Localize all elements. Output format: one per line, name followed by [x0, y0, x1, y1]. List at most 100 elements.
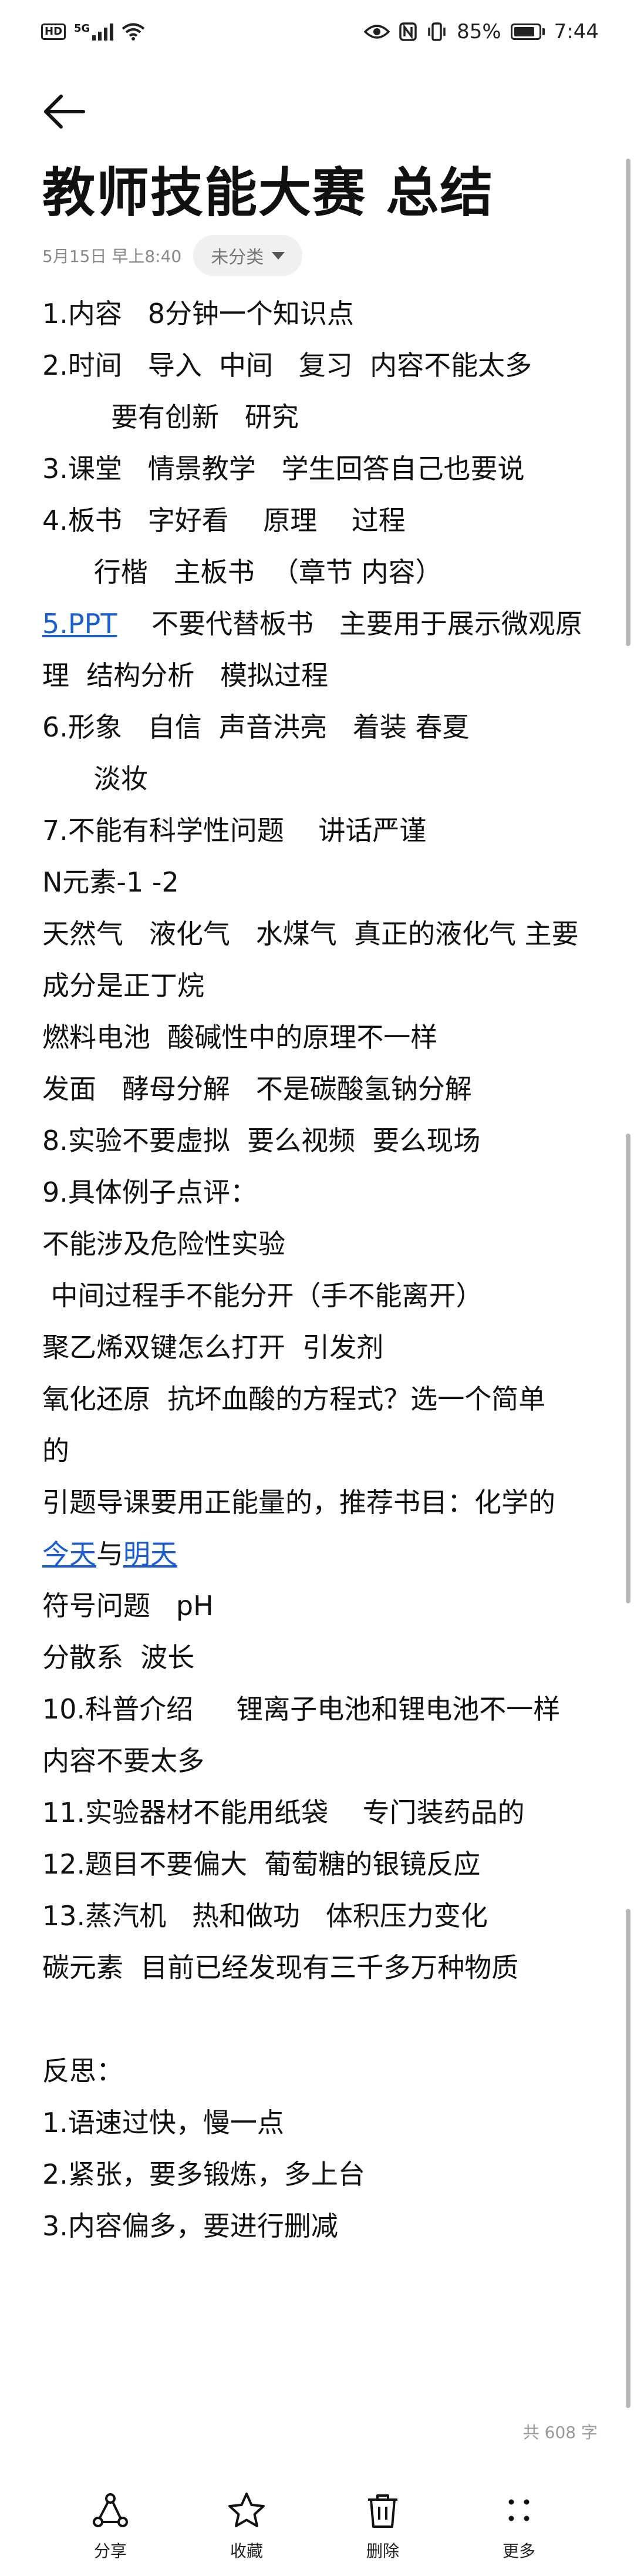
note-line: 行楷 主板书 （章节 内容） — [42, 546, 600, 598]
note-text: 分散系 波长 — [42, 1642, 195, 1673]
note-line: 的 — [42, 1425, 600, 1477]
note-line: 淡妆 — [42, 753, 600, 805]
note-line: 不能涉及危险性实验 — [42, 1218, 600, 1270]
note-link[interactable]: 今天 — [42, 1538, 96, 1570]
note-line: 符号问题 pH — [42, 1580, 600, 1632]
chevron-down-icon — [272, 251, 285, 260]
more-button[interactable]: 更多 — [466, 2490, 572, 2562]
note-line: 13.蒸汽机 热和做功 体积压力变化 — [42, 1890, 600, 1942]
share-button[interactable]: 分享 — [58, 2490, 163, 2562]
note-text: 内容不要太多 — [42, 1745, 204, 1777]
share-label: 分享 — [93, 2541, 127, 2561]
delete-label: 删除 — [366, 2541, 399, 2561]
scrollbar-thumb[interactable] — [626, 1909, 630, 2408]
status-bar: HD 5G 85% 7:44 — [0, 0, 634, 65]
note-text: 不能涉及危险性实验 — [42, 1228, 285, 1260]
vibrate-icon — [428, 22, 446, 41]
note-link[interactable]: 5.PPT — [42, 608, 117, 640]
signal-icon — [92, 23, 114, 41]
note-text: 的 — [42, 1435, 69, 1467]
note-line: 碳元素 目前已经发现有三千多万种物质 — [42, 1942, 600, 1993]
note-line: 聚乙烯双键怎么打开 引发剂 — [42, 1321, 600, 1373]
note-line: 发面 酵母分解 不是碳酸氢钠分解 — [42, 1063, 600, 1115]
category-label: 未分类 — [211, 247, 264, 268]
note-line: 2.紧张，要多锻炼，多上台 — [42, 2148, 600, 2200]
note-line: 3.内容偏多，要进行删减 — [42, 2200, 600, 2252]
note-text: 4.板书 字好看 原理 过程 — [42, 505, 406, 536]
note-text: 符号问题 pH — [42, 1590, 214, 1622]
note-text: 燃料电池 酸碱性中的原理不一样 — [42, 1021, 438, 1053]
note-line: 反思： — [42, 2045, 600, 2097]
note-link[interactable]: 明天 — [123, 1538, 177, 1570]
note-text: 中间过程手不能分开（手不能离开） — [42, 1280, 483, 1311]
category-dropdown[interactable]: 未分类 — [193, 235, 303, 276]
status-left: HD 5G — [41, 22, 145, 41]
note-text: N元素-1 -2 — [42, 866, 179, 898]
note-line: 8.实验不要虚拟 要么视频 要么现场 — [42, 1115, 600, 1166]
note-line: 2.时间 导入 中间 复习 内容不能太多 — [42, 339, 600, 391]
note-line: 中间过程手不能分开（手不能离开） — [42, 1270, 600, 1321]
note-text: 反思： — [42, 2055, 123, 2087]
note-text: 淡妆 — [42, 763, 148, 795]
favorite-label: 收藏 — [230, 2541, 263, 2561]
note-line: 1.内容 8分钟一个知识点 — [42, 288, 600, 339]
note-line: 分散系 波长 — [42, 1632, 600, 1683]
note-text: 6.形象 自信 声音洪亮 着装 春夏 — [42, 711, 470, 743]
wifi-icon — [122, 23, 145, 41]
note-text: 成分是正丁烷 — [42, 970, 204, 1001]
more-label: 更多 — [502, 2541, 535, 2561]
note-text: 11.实验器材不能用纸袋 专门装药品的 — [42, 1797, 525, 1828]
note-line: N元素-1 -2 — [42, 856, 600, 908]
battery-fill — [514, 27, 534, 36]
note-text: 3.课堂 情景教学 学生回答自己也要说 — [42, 453, 525, 485]
note-text: 1.语速过快，慢一点 — [42, 2107, 284, 2138]
note-line: 今天与明天 — [42, 1528, 600, 1580]
note-line: 氧化还原 抗坏血酸的方程式？选一个简单 — [42, 1373, 600, 1425]
battery-percent: 85% — [457, 20, 501, 43]
word-count: 共 608 字 — [522, 2423, 598, 2442]
note-text: 理 结构分析 模拟过程 — [42, 660, 329, 691]
share-icon — [93, 2493, 128, 2527]
note-text: 要有创新 研究 — [42, 401, 299, 433]
note-line: 燃料电池 酸碱性中的原理不一样 — [42, 1011, 600, 1063]
note-text: 氧化还原 抗坏血酸的方程式？选一个简单 — [42, 1383, 546, 1415]
note-text: 行楷 主板书 （章节 内容） — [42, 556, 443, 588]
note-text: 聚乙烯双键怎么打开 引发剂 — [42, 1331, 384, 1363]
note-line: 内容不要太多 — [42, 1735, 600, 1787]
note-line: 9.具体例子点评： — [42, 1166, 600, 1218]
more-icon — [508, 2499, 530, 2521]
back-arrow-icon[interactable] — [41, 88, 88, 135]
note-meta: 5月15日 早上8:40 未分类 — [42, 235, 303, 276]
note-line: 要有创新 研究 — [42, 391, 600, 443]
note-title[interactable]: 教师技能大赛 总结 — [42, 150, 494, 226]
note-line: 3.课堂 情景教学 学生回答自己也要说 — [42, 443, 600, 495]
note-text: 7.不能有科学性问题 讲话严谨 — [42, 815, 427, 846]
status-right: 85% 7:44 — [364, 20, 599, 43]
note-line: 成分是正丁烷 — [42, 960, 600, 1011]
network-type: 5G — [74, 22, 90, 35]
clock: 7:44 — [554, 20, 599, 43]
note-text: 1.内容 8分钟一个知识点 — [42, 298, 355, 329]
note-line: 6.形象 自信 声音洪亮 着装 春夏 — [42, 701, 600, 753]
note-line: 理 结构分析 模拟过程 — [42, 650, 600, 701]
hd-badge: HD — [41, 23, 66, 40]
note-text: 13.蒸汽机 热和做功 体积压力变化 — [42, 1900, 488, 1932]
scrollbar-thumb[interactable] — [626, 159, 630, 646]
note-text: 9.具体例子点评： — [42, 1176, 257, 1208]
star-icon — [228, 2493, 265, 2527]
note-line: 5.PPT 不要代替板书 主要用于展示微观原 — [42, 598, 600, 650]
note-text: 引题导课要用正能量的，推荐书目：化学的 — [42, 1487, 555, 1518]
note-line: 11.实验器材不能用纸袋 专门装药品的 — [42, 1787, 600, 1838]
note-text: 8.实验不要虚拟 要么视频 要么现场 — [42, 1125, 481, 1156]
note-text: 2.紧张，要多锻炼，多上台 — [42, 2158, 365, 2190]
delete-button[interactable]: 删除 — [330, 2490, 436, 2562]
note-line: 4.板书 字好看 原理 过程 — [42, 495, 600, 546]
note-text: 天然气 液化气 水煤气 真正的液化气 主要 — [42, 918, 579, 950]
scrollbar-thumb[interactable] — [626, 1134, 630, 1603]
note-text: 10.科普介绍 锂离子电池和锂电池不一样 — [42, 1693, 561, 1725]
favorite-button[interactable]: 收藏 — [194, 2490, 299, 2562]
note-line: 12.题目不要偏大 葡萄糖的银镜反应 — [42, 1838, 600, 1890]
note-body[interactable]: 1.内容 8分钟一个知识点 2.时间 导入 中间 复习 内容不能太多 要有创新 研… — [42, 288, 600, 2252]
note-text: 碳元素 目前已经发现有三千多万种物质 — [42, 1952, 519, 1983]
note-line: 10.科普介绍 锂离子电池和锂电池不一样 — [42, 1683, 600, 1735]
